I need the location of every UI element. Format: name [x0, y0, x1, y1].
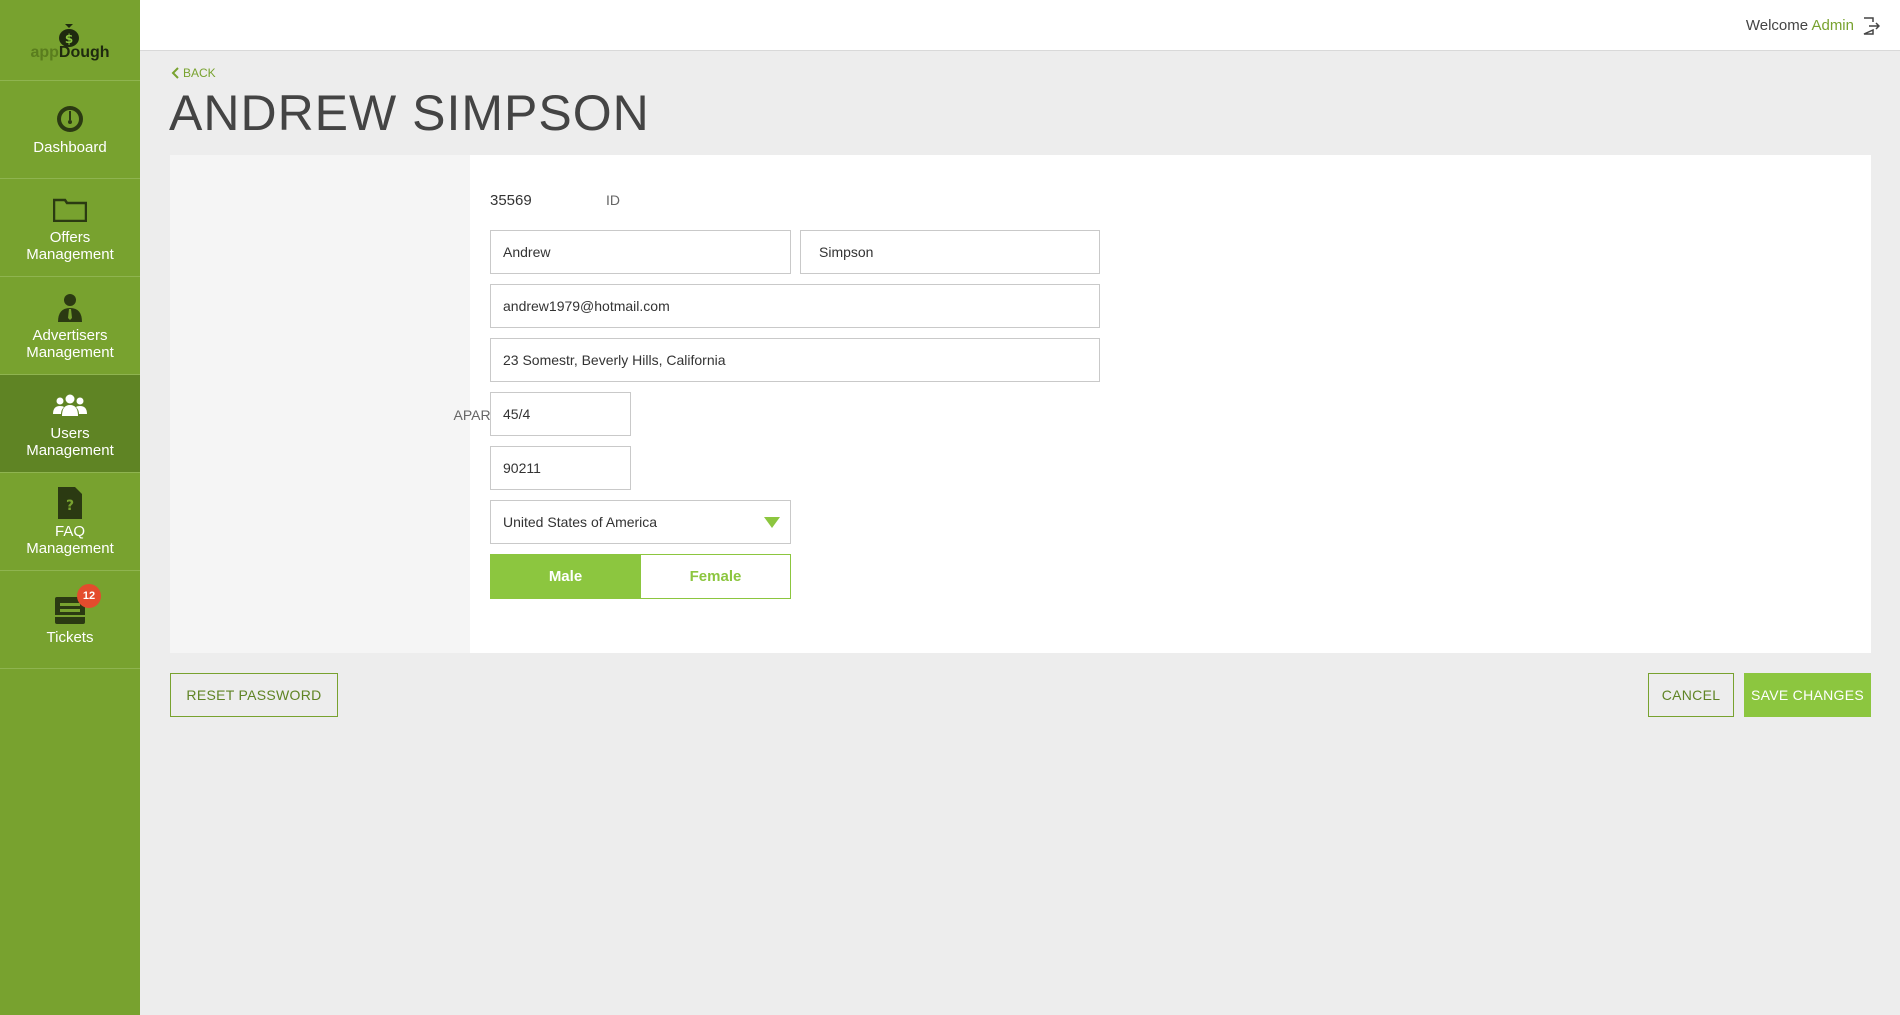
street-address-value: 23 Somestr, Beverly Hills, California: [503, 352, 726, 368]
email-value: andrew1979@hotmail.com: [503, 298, 670, 314]
logout-icon[interactable]: [1862, 17, 1880, 35]
sidebar-item-offers[interactable]: Offers Management: [0, 179, 140, 277]
sidebar-item-advertisers[interactable]: Advertisers Management: [0, 277, 140, 375]
id-value: 35569: [490, 192, 532, 209]
back-link[interactable]: BACK: [171, 66, 216, 80]
sidebar-item-faq[interactable]: ? FAQ Management: [0, 473, 140, 571]
tickets-count-badge: 12: [77, 584, 101, 608]
zip-input[interactable]: 90211: [490, 446, 631, 490]
sidebar-item-label: Management: [26, 343, 114, 361]
money-bag-icon: $: [59, 24, 79, 47]
gender-male-option[interactable]: Male: [491, 555, 640, 598]
welcome-label: Welcome: [1745, 17, 1809, 34]
sidebar-item-label: Management: [26, 245, 114, 263]
back-label: BACK: [183, 66, 216, 80]
sidebar: $ appDough Dashboard Offers Management A…: [0, 0, 140, 1015]
svg-text:?: ?: [66, 498, 74, 514]
logo-prefix: app: [30, 44, 59, 61]
sidebar-item-label: Management: [26, 441, 114, 459]
current-user-link[interactable]: Admin: [1811, 17, 1854, 34]
country-select[interactable]: United States of America: [490, 500, 791, 544]
sidebar-item-label: Offers: [49, 228, 91, 246]
sidebar-item-label: Tickets: [46, 629, 94, 646]
cancel-button[interactable]: CANCEL: [1648, 673, 1734, 717]
zip-value: 90211: [503, 460, 541, 476]
gender-toggle: Male Female: [490, 554, 791, 599]
sidebar-item-label: Advertisers: [32, 326, 108, 344]
sidebar-item-label: Users: [50, 424, 90, 442]
welcome-text: Welcome Admin: [1746, 17, 1854, 34]
sidebar-item-dashboard[interactable]: Dashboard: [0, 81, 140, 179]
first-name-value: Andrew: [503, 244, 551, 260]
users-group-icon: [53, 394, 87, 416]
svg-text:$: $: [65, 32, 73, 46]
faq-document-icon: ?: [58, 486, 82, 519]
businessman-icon: [58, 293, 82, 322]
chevron-left-icon: [171, 67, 179, 79]
email-field[interactable]: andrew1979@hotmail.com: [490, 284, 1100, 328]
sidebar-item-users[interactable]: Users Management: [0, 375, 140, 473]
first-name-input[interactable]: Andrew: [490, 230, 791, 274]
dropdown-arrow-icon: [764, 517, 780, 528]
street-address-input[interactable]: 23 Somestr, Beverly Hills, California: [490, 338, 1100, 382]
country-value: United States of America: [503, 514, 658, 530]
sidebar-item-tickets[interactable]: 12 Tickets: [0, 571, 140, 669]
sidebar-item-label: Management: [26, 539, 114, 557]
speedometer-icon: [57, 106, 83, 132]
folder-icon: [53, 198, 87, 222]
gender-female-option[interactable]: Female: [640, 555, 790, 598]
save-changes-button[interactable]: SAVE CHANGES: [1744, 673, 1871, 717]
page-title: ANDREW SIMPSON: [169, 85, 650, 141]
sidebar-item-label: FAQ: [54, 522, 85, 540]
top-bar: Welcome Admin: [140, 0, 1900, 51]
apartment-value: 45/4: [503, 406, 531, 422]
apartment-input[interactable]: 45/4: [490, 392, 631, 436]
app-logo[interactable]: $ appDough: [0, 0, 140, 81]
sidebar-item-label: Dashboard: [33, 139, 107, 156]
reset-password-button[interactable]: RESET PASSWORD: [170, 673, 338, 717]
last-name-value: Simpson: [819, 244, 874, 260]
id-label: ID: [606, 192, 620, 208]
last-name-input[interactable]: Simpson: [800, 230, 1100, 274]
user-form-card: ID 35569 FULL NAME Andrew Simpson EMAIL …: [170, 155, 1871, 653]
